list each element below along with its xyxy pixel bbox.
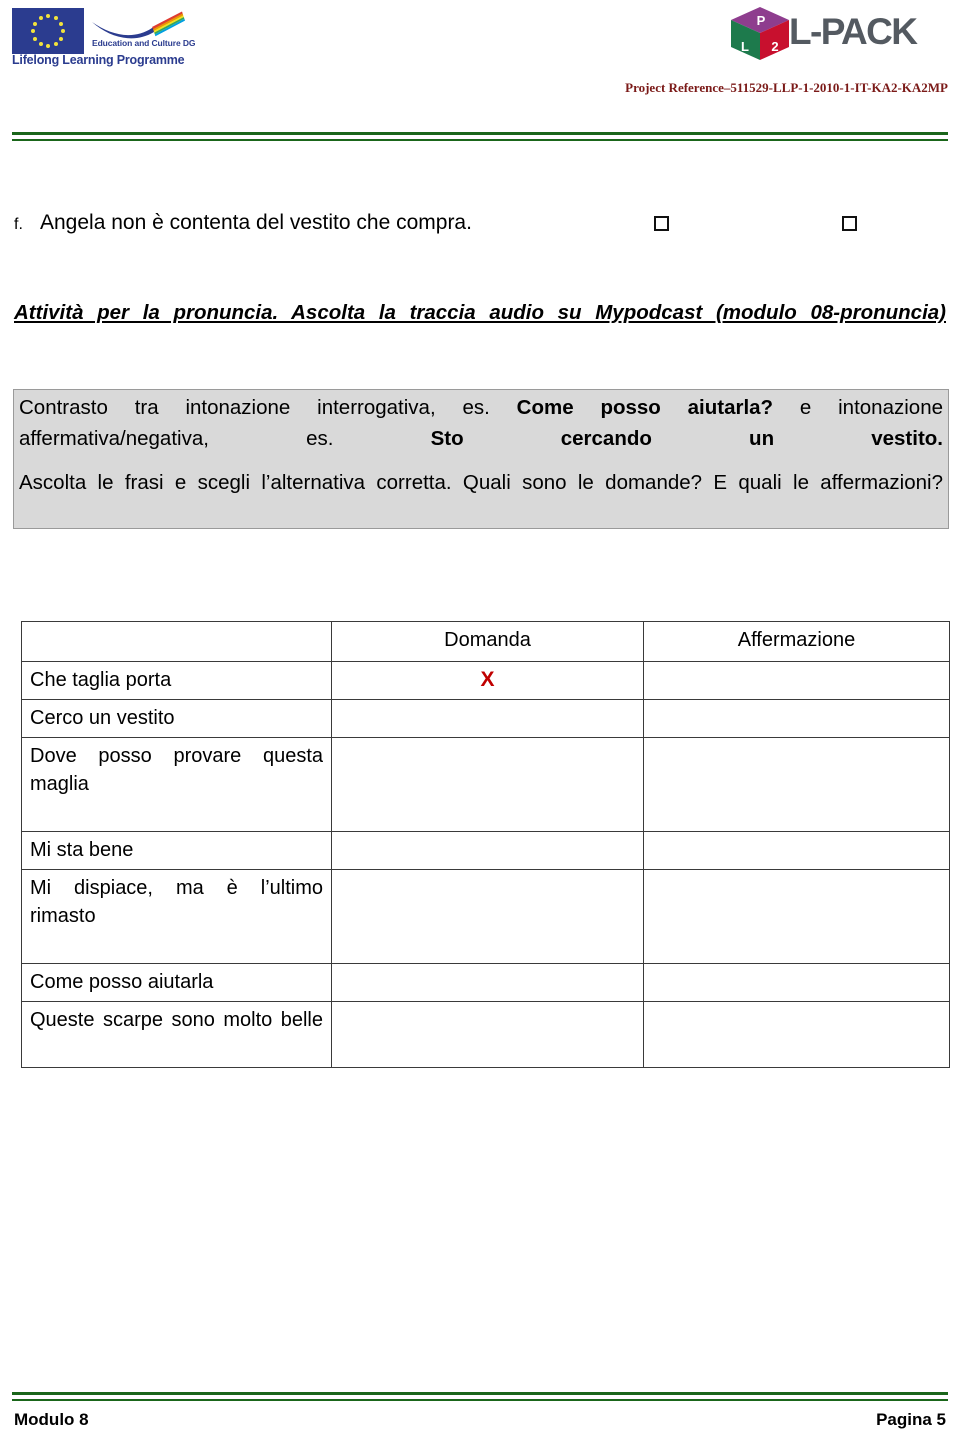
- project-reference: Project Reference–511529-LLP-1-2010-1-IT…: [625, 80, 948, 95]
- phrase-cell: Dove posso provare questa maglia: [21, 737, 332, 832]
- domanda-cell[interactable]: [331, 869, 644, 964]
- affermazione-cell[interactable]: [643, 963, 950, 1002]
- header-rule-bottom: [12, 139, 948, 141]
- phrase-text: Queste scarpe sono molto belle: [30, 1009, 323, 1031]
- affermazione-cell[interactable]: [643, 831, 950, 870]
- classification-table: Domanda Affermazione Che taglia porta X …: [21, 621, 950, 1068]
- page-footer: Modulo 8 Pagina 5: [0, 1370, 960, 1440]
- example-question: Come posso aiutarla?: [516, 396, 774, 419]
- phrase-text: Dove posso provare questa maglia: [30, 745, 323, 795]
- eu-lifelong-learning-logo: Education and Culture DG Lifelong Learni…: [8, 6, 196, 70]
- activity-heading-text: Attività per la pronuncia. Ascolta la tr…: [14, 301, 946, 324]
- justify-filler: [30, 933, 323, 955]
- instruction-paragraph-2: Ascolta le frasi e scegli l’alternativa …: [19, 467, 943, 529]
- page-header: Education and Culture DG Lifelong Learni…: [0, 0, 960, 141]
- table-row: Come posso aiutarla: [21, 963, 950, 1002]
- table-row: Mi sta bene: [21, 831, 950, 870]
- affermazione-cell[interactable]: [643, 737, 950, 832]
- footer-module-label: Modulo 8: [14, 1410, 89, 1429]
- header-rule-top: [12, 132, 948, 135]
- table-row: Cerco un vestito: [21, 699, 950, 738]
- activity-heading: Attività per la pronuncia. Ascolta la tr…: [14, 298, 946, 358]
- lpack-wordmark: L-PACK: [789, 11, 918, 52]
- justify-filler-2: [19, 502, 943, 525]
- phrase-cell: Mi sta bene: [21, 831, 332, 870]
- table-row: Dove posso provare questa maglia: [21, 737, 950, 832]
- domanda-cell[interactable]: [331, 831, 644, 870]
- phrase-cell: Come posso aiutarla: [21, 963, 332, 1002]
- domanda-cell[interactable]: X: [331, 661, 644, 700]
- phrase-text: Mi dispiace, ma è l’ultimo rimasto: [30, 877, 323, 927]
- lpack-logo: P L 2 L-PACK: [727, 6, 937, 62]
- eu-dg-label: Education and Culture DG: [92, 38, 196, 48]
- domanda-cell[interactable]: [331, 737, 644, 832]
- lpack-cube-icon: P L 2: [731, 7, 789, 60]
- eu-stars-icon: [12, 8, 84, 54]
- table-header-row: Domanda Affermazione: [21, 621, 950, 662]
- affermazione-cell[interactable]: [643, 869, 950, 964]
- footer-rule-top: [12, 1392, 948, 1395]
- answer-mark: X: [480, 668, 495, 691]
- svg-text:L: L: [741, 39, 749, 54]
- phrase-cell: Che taglia porta: [21, 661, 332, 700]
- justify-filler: [30, 1037, 323, 1059]
- intro-text-1: Contrasto tra intonazione interrogativa,…: [19, 396, 517, 419]
- footer-page-label: Pagina 5: [876, 1410, 946, 1429]
- phrase-cell: Cerco un vestito: [21, 699, 332, 738]
- domanda-cell[interactable]: [331, 699, 644, 738]
- document-page: Education and Culture DG Lifelong Learni…: [0, 0, 960, 1440]
- phrase-cell: Queste scarpe sono molto belle: [21, 1001, 332, 1068]
- table-row: Queste scarpe sono molto belle: [21, 1001, 950, 1068]
- svg-text:2: 2: [771, 39, 778, 54]
- instruction-text: Ascolta le frasi e scegli l’alternativa …: [19, 471, 943, 494]
- table-row: Mi dispiace, ma è l’ultimo rimasto: [21, 869, 950, 964]
- phrase-cell: Mi dispiace, ma è l’ultimo rimasto: [21, 869, 332, 964]
- domanda-cell[interactable]: [331, 1001, 644, 1068]
- footer-rule-bottom: [12, 1399, 948, 1401]
- header-cell-domanda: Domanda: [331, 621, 644, 662]
- checkbox-option-1[interactable]: [654, 216, 669, 231]
- affermazione-cell[interactable]: [643, 699, 950, 738]
- item-marker: f.: [14, 216, 23, 233]
- header-cell-affermazione: Affermazione: [643, 621, 950, 662]
- item-text: Angela non è contenta del vestito che co…: [40, 211, 472, 234]
- header-cell-blank: [21, 621, 332, 662]
- footer-row: Modulo 8 Pagina 5: [14, 1410, 946, 1430]
- example-statement: Sto cercando un vestito.: [430, 427, 944, 450]
- affermazione-cell[interactable]: [643, 661, 950, 700]
- affermazione-cell[interactable]: [643, 1001, 950, 1068]
- instruction-box: Contrasto tra intonazione interrogativa,…: [13, 389, 949, 529]
- justify-filler: [30, 801, 323, 823]
- table-row: Che taglia porta X: [21, 661, 950, 700]
- checkbox-option-2[interactable]: [842, 216, 857, 231]
- exercise-item-f: f. Angela non è contenta del vestito che…: [14, 208, 944, 240]
- domanda-cell[interactable]: [331, 963, 644, 1002]
- eu-programme-label: Lifelong Learning Programme: [12, 53, 185, 67]
- svg-text:P: P: [757, 13, 766, 28]
